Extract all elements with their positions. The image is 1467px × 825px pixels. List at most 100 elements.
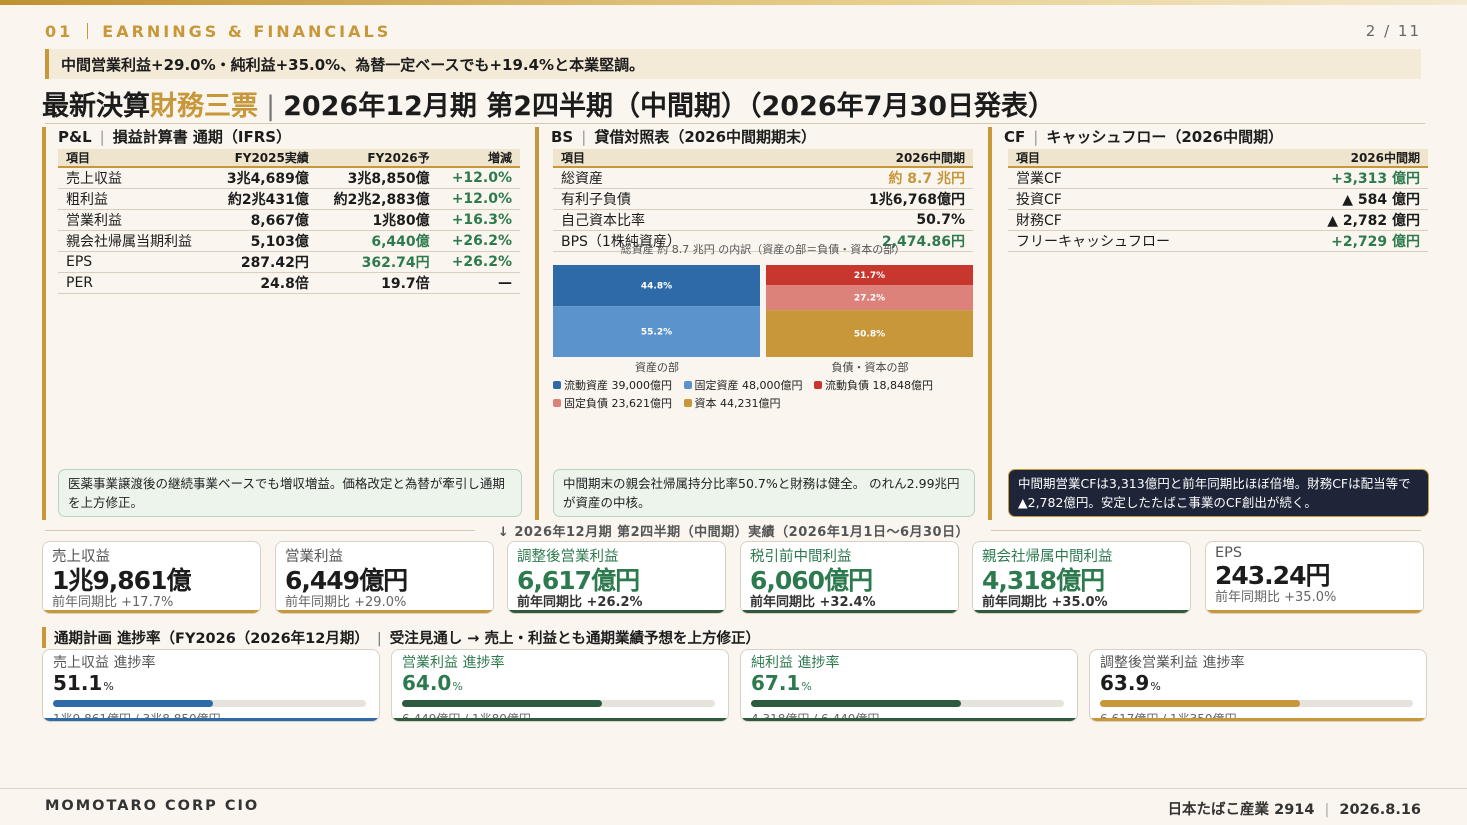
chart-bars: 44.8% 55.2% 21.7% 27.2% 50.8% — [553, 265, 973, 357]
row-label: 有利子負債 — [553, 188, 784, 210]
row-label: 自己資本比率 — [553, 209, 784, 231]
row-label: フリーキャッシュフロー — [1008, 230, 1265, 252]
progress-unit: % — [452, 680, 463, 693]
column-header: 項目 — [58, 149, 212, 168]
progress-card-adjusted-operating-profit: 調整後営業利益 進捗率 63.9% 6,617億円 / 1兆350億円 — [1089, 649, 1427, 722]
table-row: PER 24.8倍 19.7倍 — — [58, 272, 520, 294]
bs-title: 貸借対照表（2026中間期期末） — [594, 128, 817, 146]
legend-label: 流動負債 18,848億円 — [825, 379, 933, 392]
row-value: 約 8.7 兆円 — [783, 167, 973, 189]
section-number: 01 — [45, 21, 74, 41]
kpi-card-adjusted-operating-profit: 調整後営業利益 6,617億円 前年同期比 +26.2% — [507, 541, 726, 614]
progress-card-net-profit: 純利益 進捗率 67.1% 4,318億円 / 6,440億円 — [740, 649, 1078, 722]
cell-change: +12.0% — [437, 167, 520, 189]
legend-item: 固定資産 48,000億円 — [683, 379, 803, 392]
bar-value-label: 27.2% — [854, 294, 885, 304]
table-row: 総資産約 8.7 兆円 — [553, 167, 973, 189]
progress-fill — [751, 700, 962, 707]
column-header: FY2026予 — [316, 149, 438, 168]
cell-change: — — [437, 272, 520, 294]
progress-track — [53, 700, 366, 707]
progress-fill — [402, 700, 603, 707]
row-label: 売上収益 — [58, 167, 212, 189]
bar-value-label: 50.8% — [854, 330, 885, 340]
cell-fy2026: 約2兆2,883億 — [316, 188, 438, 210]
kpi-value: 6,617億円 — [517, 566, 640, 595]
table-row: 投資CF ▲ 584 億円 — [1008, 188, 1428, 210]
bar-value-label: 55.2% — [641, 328, 672, 338]
cell-change: +26.2% — [437, 230, 520, 252]
column-header: 2026中間期 — [783, 149, 973, 168]
slide-header: 01 EARNINGS & FINANCIALS 2 / 11 — [45, 20, 1421, 42]
cf-table: 項目 2026中間期 営業CF +3,313 億円 投資CF ▲ 584 億円 財務… — [1008, 149, 1428, 252]
bs-breakdown-chart: 総資産 約 8.7 兆円 の内訳（資産の部＝負債・資本の部） 44.8% 55.2… — [553, 243, 973, 374]
kpi-card-eps: EPS 243.24円 前年同期比 +35.0% — [1205, 541, 1424, 614]
cf-note: 中間期営業CFは3,313億円と前年同期比ほぼ倍増。財務CFは配当等で▲2,78… — [1008, 469, 1429, 517]
pl-heading: P&L | 損益計算書 通期（IFRS） — [46, 127, 536, 149]
table-row: 営業利益 8,667億 1兆80億 +16.3% — [58, 209, 520, 231]
kpi-value: 6,449億円 — [285, 566, 408, 595]
kpi-value: 1兆9,861億 — [52, 566, 191, 595]
cell-fy2026: 1兆80億 — [316, 209, 438, 231]
table-row: 自己資本比率 50.7% — [553, 209, 973, 231]
table-row: 有利子負債 1兆6,768億円 — [553, 188, 973, 210]
x-label-assets: 資産の部 — [635, 360, 679, 374]
title-separator: | — [266, 91, 276, 122]
kpi-label: 営業利益 — [285, 549, 343, 565]
footer-company: 日本たばこ産業 2914 — [1167, 802, 1315, 818]
table-row: 営業CF +3,313 億円 — [1008, 167, 1428, 189]
row-value: +3,313 億円 — [1264, 167, 1428, 189]
kpi-value: 4,318億円 — [982, 566, 1105, 595]
legend-label: 資本 44,231億円 — [694, 397, 781, 410]
cell-fy2026: 6,440億 — [316, 230, 438, 252]
legend-label: 固定負債 23,621億円 — [564, 397, 672, 410]
cell-fy2025: 24.8倍 — [211, 272, 317, 294]
legend-item: 固定負債 23,621億円 — [553, 397, 672, 410]
divider: | — [99, 128, 105, 146]
progress-unit: % — [801, 680, 812, 693]
x-label-liabilities: 負債・資本の部 — [832, 360, 909, 374]
bs-table: 項目 2026中間期 総資産約 8.7 兆円 有利子負債 1兆6,768億円 自己… — [553, 149, 973, 252]
pl-panel: P&L | 損益計算書 通期（IFRS） 項目 FY2025実績 FY2026予 増… — [42, 127, 536, 520]
kpi-yoy: 前年同期比 +35.0% — [982, 595, 1108, 610]
progress-track — [402, 700, 715, 707]
table-row: 親会社帰属当期利益 5,103億 6,440億 +26.2% — [58, 230, 520, 252]
column-header: 項目 — [1008, 149, 1265, 168]
table-row: EPS 287.42円 362.74円 +26.2% — [58, 251, 520, 273]
legend-item: 資本 44,231億円 — [683, 397, 781, 410]
progress-number: 67.1 — [751, 671, 801, 695]
column-header: 項目 — [553, 149, 784, 168]
footer-brand: MOMOTARO CORP CIO — [45, 798, 260, 814]
row-label: 親会社帰属当期利益 — [58, 230, 212, 252]
kpi-card-operating-profit: 営業利益 6,449億円 前年同期比 +29.0% — [275, 541, 494, 614]
divider: | — [376, 631, 382, 647]
kpi-value: 6,060億円 — [750, 566, 873, 595]
bs-code: BS — [551, 128, 574, 146]
kpi-yoy: 前年同期比 +35.0% — [1215, 590, 1337, 605]
bs-panel: BS | 貸借対照表（2026中間期期末） 項目 2026中間期 総資産約 8.7 … — [535, 127, 985, 520]
cell-fy2025: 5,103億 — [211, 230, 317, 252]
cell-fy2025: 3兆4,689億 — [211, 167, 317, 189]
bar-value-label: 21.7% — [854, 271, 885, 281]
bar-value-label: 44.8% — [641, 282, 672, 292]
progress-label: 調整後営業利益 進捗率 — [1100, 655, 1245, 671]
page-indicator: 2 / 11 — [1365, 22, 1421, 40]
section-title: EARNINGS & FINANCIALS — [102, 21, 392, 41]
legend-label: 流動資産 39,000億円 — [564, 379, 672, 392]
lead-message: 中間営業利益+29.0%・純利益+35.0%、為替一定ベースでも+19.4%と本… — [45, 49, 1421, 79]
kpi-label: 売上収益 — [52, 549, 110, 565]
progress-fill — [53, 700, 213, 707]
chart-legend: 流動資産 39,000億円 固定資産 48,000億円 流動負債 18,848億… — [553, 377, 973, 413]
cf-heading: CF | キャッシュフロー（2026中間期） — [992, 127, 1425, 149]
kpi-yoy: 前年同期比 +26.2% — [517, 595, 643, 610]
progress-fill — [1100, 700, 1300, 707]
legend-swatch — [553, 381, 561, 389]
divider: | — [1033, 128, 1039, 146]
cell-fy2025: 287.42円 — [211, 251, 317, 273]
cf-code: CF — [1004, 128, 1026, 146]
column-header: 増減 — [437, 149, 520, 168]
progress-number: 64.0 — [402, 671, 452, 695]
progress-number: 63.9 — [1100, 671, 1150, 695]
plan-title: 通期計画 進捗率（FY2026（2026年12月期） — [54, 631, 369, 647]
kpi-card-pretax-profit: 税引前中間利益 6,060億円 前年同期比 +32.4% — [740, 541, 959, 614]
